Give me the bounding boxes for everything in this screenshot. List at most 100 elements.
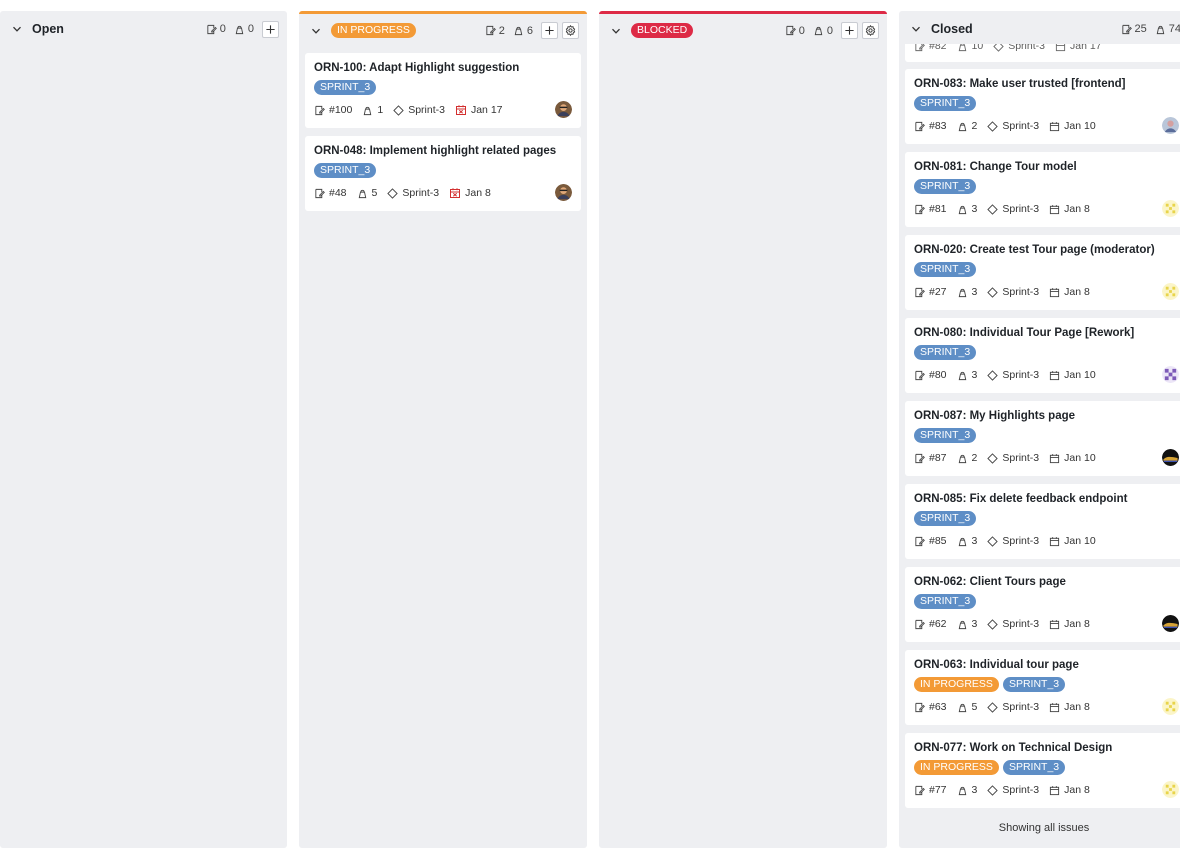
status-tag[interactable]: IN PROGRESS [914,677,999,692]
list-footer: Showing all issues [998,822,1090,834]
chevron-down-icon[interactable] [607,22,625,40]
issue-title[interactable]: ORN-077: Work on Technical Design [914,741,1180,755]
issue-card[interactable]: ORN-081: Change Tour model SPRINT_3 #81 … [905,152,1180,227]
issue-weight: 3 [957,286,977,298]
avatar-photo-icon[interactable] [555,101,572,118]
milestone-icon [993,44,1004,52]
identicon-yellow-icon[interactable] [1162,698,1179,715]
label-tag[interactable]: SPRINT_3 [914,262,977,277]
issue-title[interactable]: ORN-020: Create test Tour page (moderato… [914,243,1180,257]
issue-card[interactable]: ORN-048: Implement highlight related pag… [305,136,581,211]
issue-number: #62 [914,618,947,630]
milestone-icon [987,619,998,630]
label-tag[interactable]: SPRINT_3 [914,179,977,194]
issue-title[interactable]: ORN-080: Individual Tour Page [Rework] [914,326,1180,340]
add-issue-button[interactable] [841,22,858,39]
calendar-icon [1049,204,1060,215]
milestone-icon [987,370,998,381]
label-tag[interactable]: SPRINT_3 [1002,760,1066,775]
label-tag[interactable]: SPRINT_3 [1002,677,1066,692]
issue-title[interactable]: ORN-081: Change Tour model [914,160,1180,174]
issue-weight: 2 [957,452,977,464]
weight-icon [957,619,968,630]
issue-weight: 1 [362,104,383,116]
issue-icon [914,619,925,630]
identicon-purple-icon[interactable] [1162,366,1179,383]
milestone-icon [987,453,998,464]
avatar-dark-icon[interactable] [1162,615,1179,632]
weight-icon [813,25,824,36]
chevron-down-icon[interactable] [8,20,26,38]
issue-title[interactable]: ORN-100: Adapt Highlight suggestion [314,61,572,75]
issue-due-date: Jan 10 [1049,535,1096,547]
issue-title[interactable]: ORN-087: My Highlights page [914,409,1180,423]
issue-title[interactable]: ORN-048: Implement highlight related pag… [314,144,572,158]
list-settings-button[interactable] [862,22,879,39]
issue-card[interactable]: ORN-087: My Highlights page SPRINT_3 #87… [905,401,1180,476]
calendar-icon [1049,785,1060,796]
label-tag[interactable]: SPRINT_3 [314,80,377,95]
add-issue-button[interactable] [541,22,558,39]
add-issue-button[interactable] [262,20,279,38]
issue-card[interactable]: ORN-062: Client Tours page SPRINT_3 #62 … [905,567,1180,642]
column-blocked: BLOCKED 0 0 [599,11,887,848]
issue-card[interactable]: ORN-020: Create test Tour page (moderato… [905,235,1180,310]
issue-card[interactable]: ORN-063: Individual tour page IN PROGRES… [905,650,1180,725]
issue-milestone[interactable]: Sprint-3 [987,535,1039,547]
chevron-down-icon[interactable] [907,20,925,38]
issue-title[interactable]: ORN-062: Client Tours page [914,575,1180,589]
avatar-dark-icon[interactable] [1162,449,1179,466]
milestone-icon [987,287,998,298]
chevron-down-icon[interactable] [307,22,325,40]
issue-milestone[interactable]: Sprint-3 [987,120,1039,132]
identicon-yellow-icon[interactable] [1162,781,1179,798]
avatar-photo-icon[interactable] [555,184,572,201]
issue-card[interactable]: ORN-100: Adapt Highlight suggestion SPRI… [305,53,581,128]
issue-due-date: Jan 17 [455,104,503,116]
issue-number: #81 [914,203,947,215]
issue-title[interactable]: ORN-085: Fix delete feedback endpoint [914,492,1180,506]
label-tag[interactable]: SPRINT_3 [314,163,377,178]
issue-milestone[interactable]: Sprint-3 [987,369,1039,381]
list-settings-button[interactable] [562,22,579,39]
label-tag[interactable]: SPRINT_3 [914,345,977,360]
issue-card[interactable]: ORN-077: Work on Technical Design IN PRO… [905,733,1180,808]
issue-milestone[interactable]: Sprint-3 [987,618,1039,630]
column-label: BLOCKED [631,23,694,38]
issue-milestone[interactable]: Sprint-3 [987,784,1039,796]
status-tag[interactable]: IN PROGRESS [914,760,999,775]
column-header-in-progress: IN PROGRESS 2 6 [299,14,587,47]
plus-icon [544,25,555,36]
milestone-icon [987,121,998,132]
column-header-open: Open 0 0 [0,11,287,47]
label-tag[interactable]: SPRINT_3 [914,428,977,443]
issue-card[interactable]: ORN-083: Make user trusted [frontend] SP… [905,69,1180,144]
issue-weight: 3 [957,369,977,381]
issue-title[interactable]: ORN-083: Make user trusted [frontend] [914,77,1180,91]
issue-title[interactable]: ORN-063: Individual tour page [914,658,1180,672]
identicon-yellow-icon[interactable] [1162,283,1179,300]
issue-milestone[interactable]: Sprint-3 [987,701,1039,713]
label-tag[interactable]: SPRINT_3 [914,511,977,526]
issue-milestone[interactable]: Sprint-3 [987,452,1039,464]
milestone-icon [987,536,998,547]
issue-due-date: Jan 8 [1049,618,1090,630]
issue-card[interactable]: ORN-085: Fix delete feedback endpoint SP… [905,484,1180,559]
calendar-icon [1049,370,1060,381]
issue-milestone[interactable]: Sprint-3 [387,187,439,199]
label-tag[interactable]: SPRINT_3 [914,594,977,609]
column-in-progress: IN PROGRESS 2 6 ORN-100: Adapt Highlight… [299,11,587,848]
issue-weight: 2 [957,120,977,132]
issue-card-clipped[interactable]: #82 10 Sprint-3 Jan 17 [905,44,1180,62]
issue-due-date: Jan 8 [449,187,491,199]
issue-milestone[interactable]: Sprint-3 [987,203,1039,215]
issue-icon [914,204,925,215]
avatar-photo-icon[interactable] [1162,117,1179,134]
identicon-yellow-icon[interactable] [1162,200,1179,217]
label-tag[interactable]: SPRINT_3 [914,96,977,111]
issue-milestone[interactable]: Sprint-3 [393,104,445,116]
weight-icon [362,105,373,116]
milestone-icon [393,105,404,116]
issue-card[interactable]: ORN-080: Individual Tour Page [Rework] S… [905,318,1180,393]
issue-milestone[interactable]: Sprint-3 [987,286,1039,298]
